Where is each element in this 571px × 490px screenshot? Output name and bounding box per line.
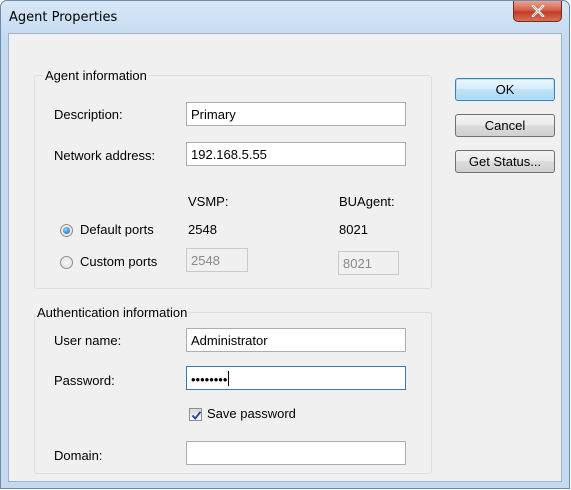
window-title: Agent Properties: [9, 10, 118, 25]
network-address-label: Network address:: [54, 148, 156, 163]
default-buagent-port: 8021: [339, 222, 368, 237]
cancel-button[interactable]: Cancel: [455, 114, 555, 137]
vsmp-header: VSMP:: [188, 194, 229, 209]
custom-buagent-input: 8021: [338, 251, 399, 275]
dialog-client-area: Agent information Description: Primary N…: [8, 33, 562, 482]
save-password-checkbox[interactable]: [189, 408, 202, 421]
close-button[interactable]: [513, 1, 562, 22]
user-name-label: User name:: [54, 333, 122, 348]
custom-vsmp-input: 2548: [186, 248, 248, 272]
default-ports-radio[interactable]: [60, 224, 73, 237]
domain-label: Domain:: [54, 448, 103, 463]
text-caret: [228, 371, 230, 386]
description-label: Description:: [54, 107, 123, 122]
password-mask: ••••••••: [191, 372, 228, 387]
description-input[interactable]: Primary: [186, 102, 406, 126]
ok-button[interactable]: OK: [455, 78, 555, 101]
authentication-information-title: Authentication information: [35, 305, 190, 320]
default-vsmp-port: 2548: [188, 222, 217, 237]
user-name-input[interactable]: Administrator: [186, 328, 406, 352]
network-address-input[interactable]: 192.168.5.55: [186, 142, 406, 166]
close-x-icon: [531, 5, 545, 17]
radio-selected-dot: [63, 227, 70, 234]
default-ports-label[interactable]: Default ports: [80, 222, 154, 237]
get-status-button[interactable]: Get Status...: [455, 150, 555, 173]
save-password-label[interactable]: Save password: [207, 406, 296, 421]
buagent-header: BUAgent:: [339, 194, 395, 209]
password-label: Password:: [54, 373, 115, 388]
custom-ports-radio[interactable]: [60, 256, 73, 269]
custom-ports-label[interactable]: Custom ports: [80, 254, 157, 269]
title-bar[interactable]: Agent Properties: [1, 1, 569, 33]
checkmark-icon: [191, 411, 202, 420]
agent-information-title: Agent information: [43, 68, 149, 83]
password-input[interactable]: ••••••••: [186, 366, 406, 390]
dialog-window: Agent Properties Agent information Descr…: [0, 0, 570, 489]
domain-input[interactable]: [186, 441, 406, 465]
